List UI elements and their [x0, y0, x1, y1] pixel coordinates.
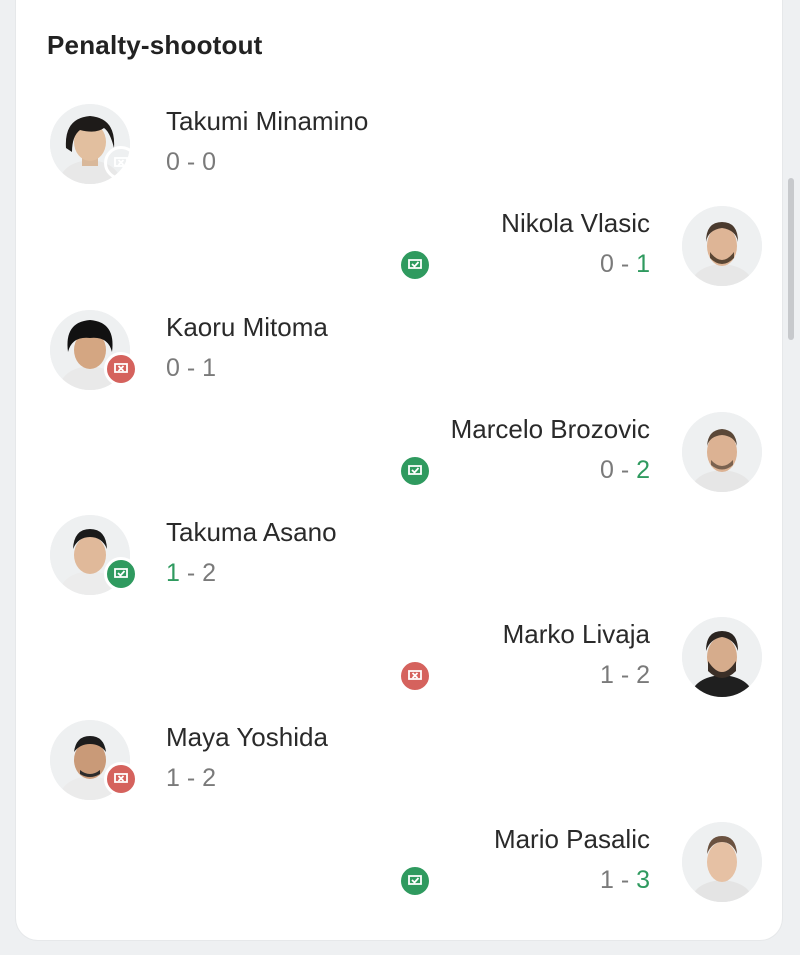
kick-row[interactable]: Nikola Vlasic 0 - 1 [398, 196, 766, 296]
running-score: 1 - 2 [166, 559, 216, 588]
scored-penalty-icon [398, 454, 432, 488]
running-score: 0 - 1 [600, 250, 650, 279]
away-score: 2 [202, 764, 217, 792]
running-score: 1 - 2 [166, 764, 216, 793]
player-avatar-wrap [682, 617, 766, 701]
missed-penalty-icon [398, 659, 432, 693]
missed-penalty-icon [104, 352, 138, 386]
home-score: 0 [599, 250, 614, 278]
score-separator: - [179, 764, 203, 792]
away-score: 2 [202, 559, 217, 587]
player-name: Marcelo Brozovic [450, 414, 650, 444]
running-score: 0 - 2 [600, 456, 650, 485]
player-name: Takumi Minamino [166, 106, 369, 136]
score-separator: - [179, 559, 203, 587]
home-score: 1 [599, 866, 614, 894]
player-avatar [682, 206, 762, 286]
away-score: 1 [636, 250, 650, 278]
running-score: 1 - 2 [600, 661, 650, 690]
home-score: 1 [166, 559, 180, 587]
player-avatar [682, 617, 762, 697]
home-score: 0 [166, 148, 180, 176]
missed-penalty-icon [104, 146, 138, 180]
scored-penalty-icon [398, 864, 432, 898]
home-score: 0 [599, 456, 614, 484]
scored-penalty-icon [104, 557, 138, 591]
running-score: 1 - 3 [600, 866, 650, 895]
score-separator: - [613, 250, 637, 278]
away-score: 1 [202, 354, 217, 382]
kick-row[interactable]: Takuma Asano 1 - 2 [50, 505, 570, 605]
kick-row[interactable]: Kaoru Mitoma 0 - 1 [50, 300, 570, 400]
player-name: Marko Livaja [502, 619, 650, 649]
player-avatar [682, 412, 762, 492]
player-name: Takuma Asano [166, 517, 337, 547]
player-avatar [682, 822, 762, 902]
away-score: 2 [636, 661, 650, 689]
away-score: 0 [202, 148, 217, 176]
player-name: Kaoru Mitoma [166, 312, 328, 342]
away-score: 2 [636, 456, 650, 484]
missed-penalty-icon [104, 762, 138, 796]
card-title: Penalty-shootout [47, 30, 263, 60]
player-avatar-wrap [682, 822, 766, 906]
score-separator: - [613, 456, 637, 484]
score-separator: - [613, 866, 637, 894]
penalty-shootout-card: Penalty-shootout Takumi Minamino 0 - 0 N… [16, 0, 782, 940]
home-score: 0 [166, 354, 180, 382]
score-separator: - [179, 148, 203, 176]
home-score: 1 [599, 661, 614, 689]
score-separator: - [179, 354, 203, 382]
running-score: 0 - 1 [166, 354, 216, 383]
kick-row[interactable]: Takumi Minamino 0 - 0 [50, 94, 570, 194]
player-avatar-wrap [682, 412, 766, 496]
score-separator: - [613, 661, 637, 689]
kick-row[interactable]: Marko Livaja 1 - 2 [398, 607, 766, 707]
kick-row[interactable]: Maya Yoshida 1 - 2 [50, 710, 570, 810]
running-score: 0 - 0 [166, 148, 216, 177]
player-name: Mario Pasalic [493, 824, 650, 854]
player-name: Maya Yoshida [166, 722, 328, 752]
player-name: Nikola Vlasic [501, 208, 650, 238]
player-avatar-wrap [682, 206, 766, 290]
kick-row[interactable]: Mario Pasalic 1 - 3 [398, 812, 766, 912]
kick-row[interactable]: Marcelo Brozovic 0 - 2 [398, 402, 766, 502]
scored-penalty-icon [398, 248, 432, 282]
away-score: 3 [636, 866, 650, 894]
vertical-scrollbar[interactable] [788, 178, 794, 340]
home-score: 1 [166, 764, 180, 792]
